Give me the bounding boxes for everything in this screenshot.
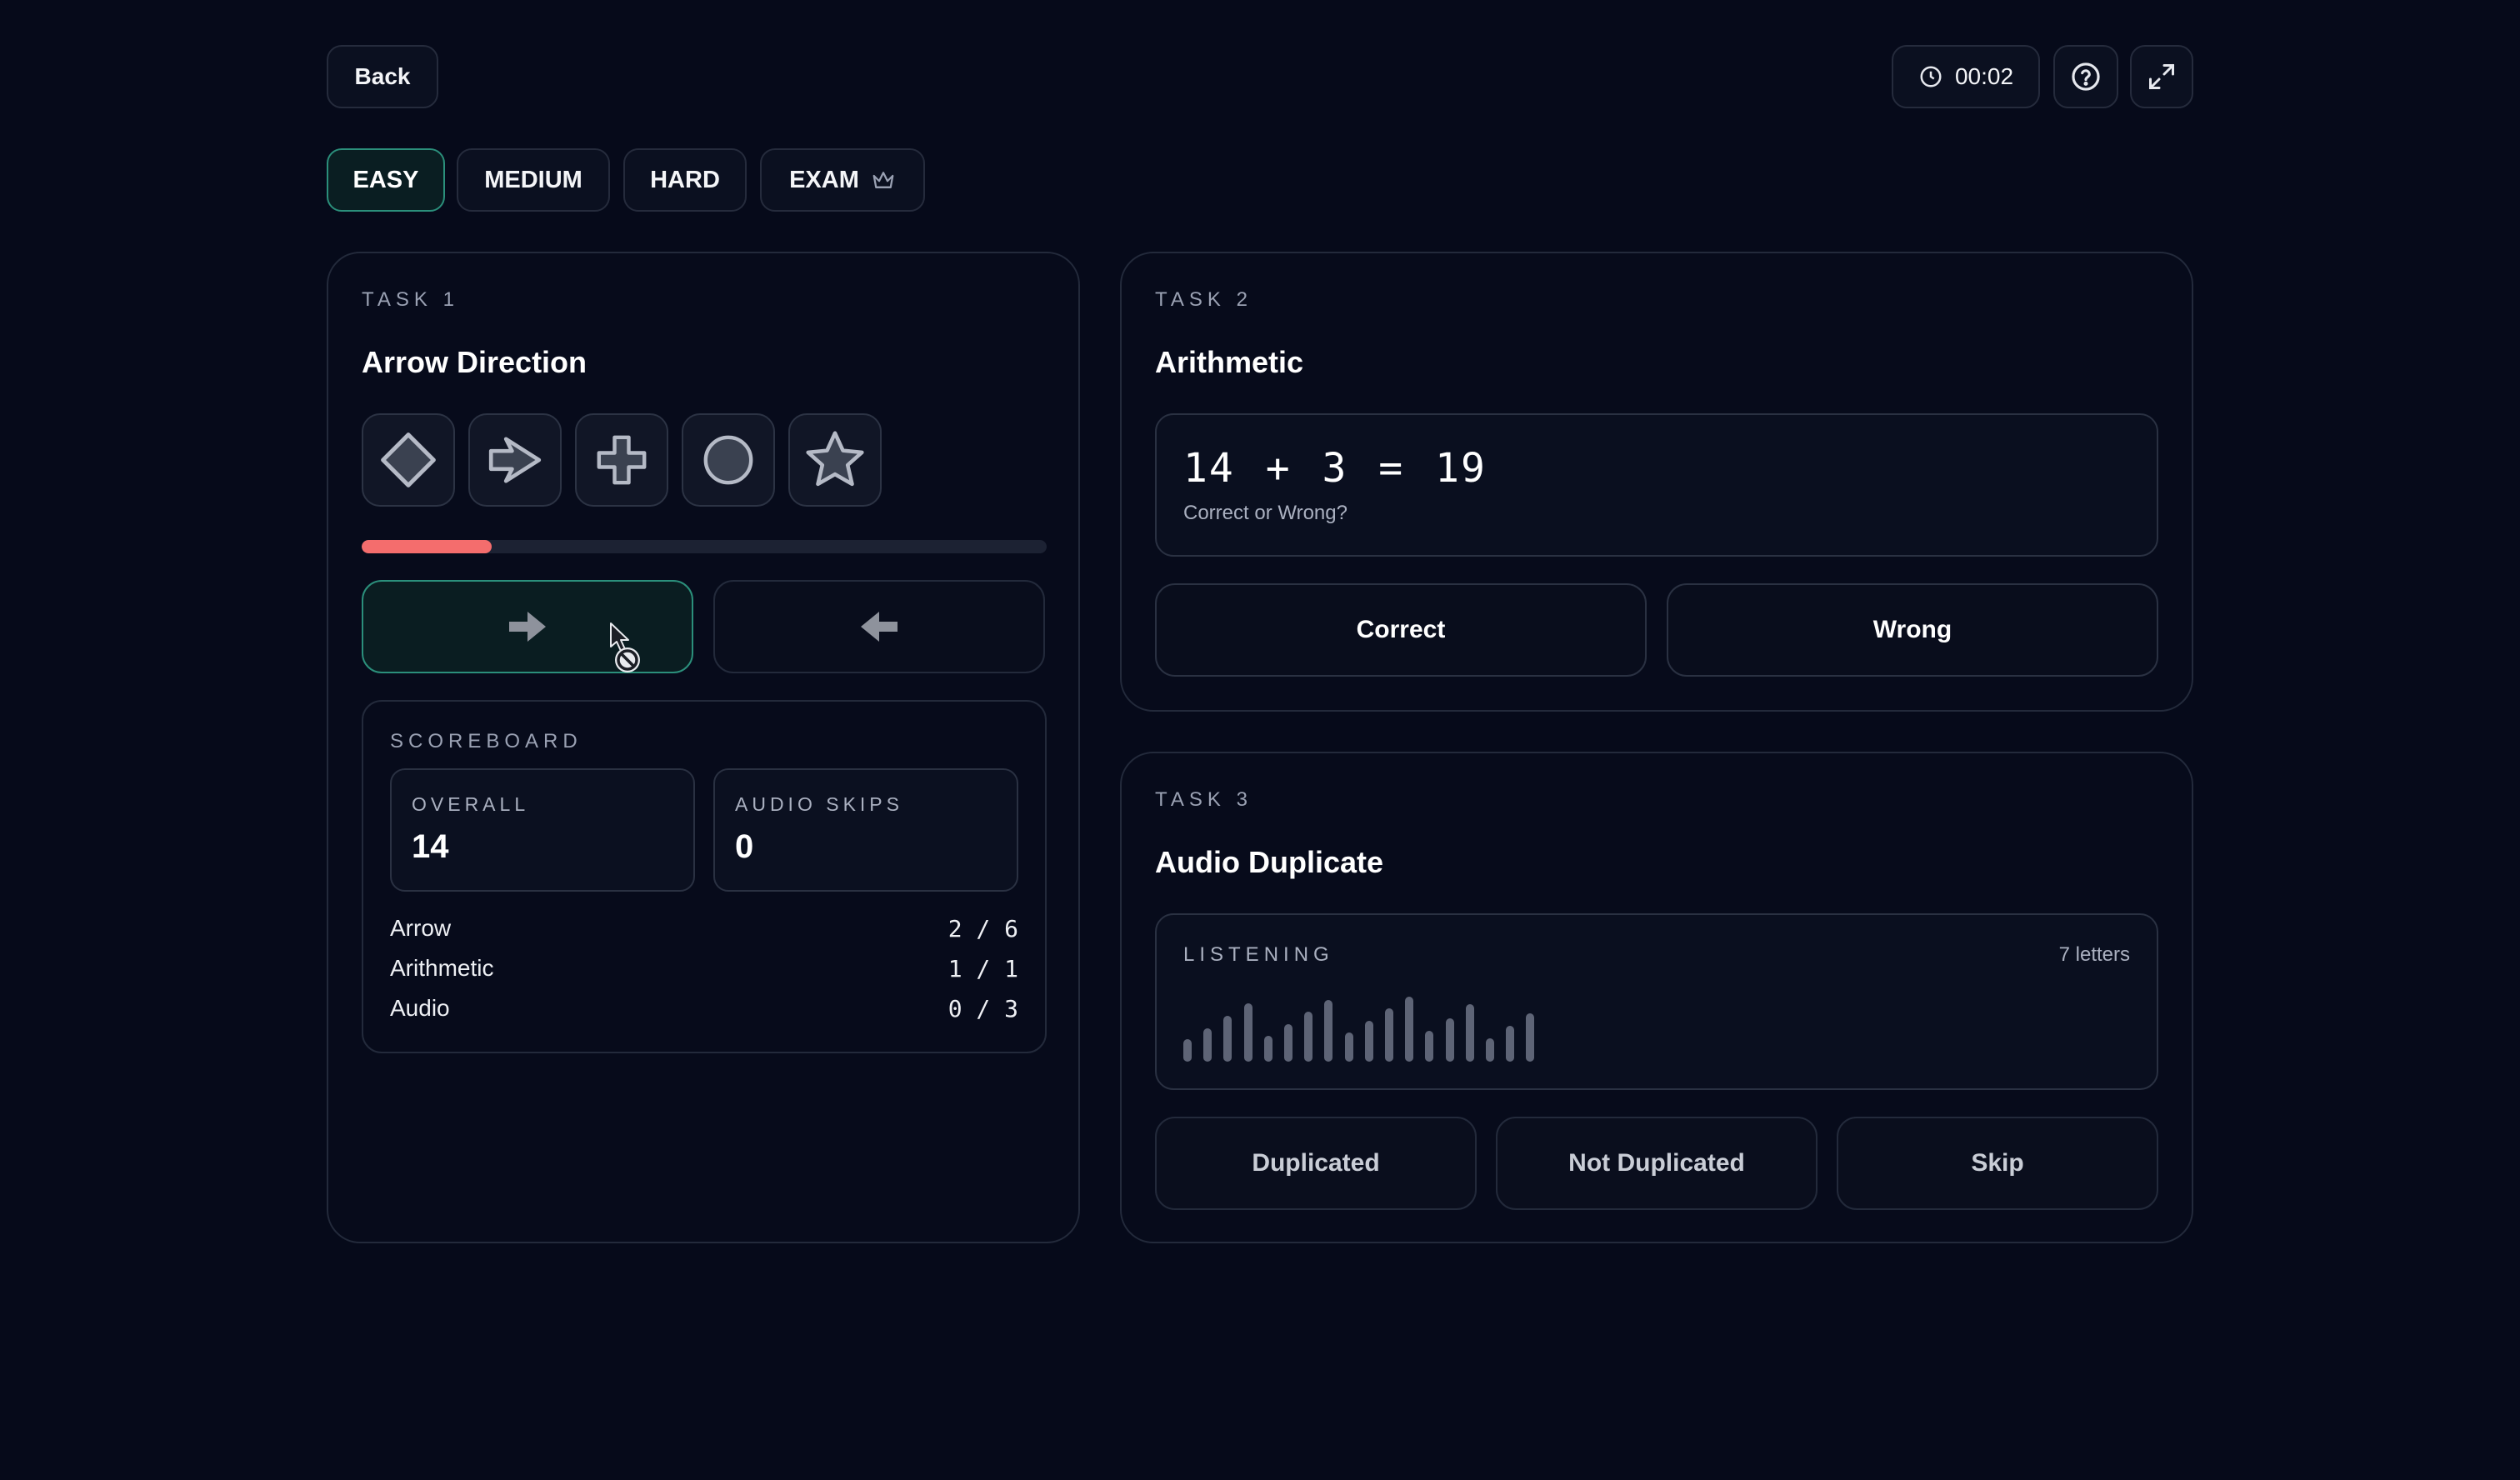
waveform-bar (1223, 1016, 1232, 1062)
waveform-bar (1526, 1013, 1535, 1062)
equation-prompt: Correct or Wrong? (1183, 502, 1348, 524)
audio-skips-label: AUDIO SKIPS (735, 793, 903, 815)
waveform-bar (1284, 1024, 1292, 1062)
equation: 14 + 3 = 19 (1183, 445, 1487, 492)
overall-label: OVERALL (412, 793, 530, 815)
expand-icon (2149, 64, 2174, 89)
crown-icon (872, 172, 894, 188)
waveform-bar (1465, 1004, 1474, 1062)
waveform-bar (1486, 1038, 1494, 1062)
arrow-left-icon (861, 612, 898, 642)
timer: 00:02 (1892, 45, 2040, 108)
tab-medium[interactable]: MEDIUM (457, 148, 610, 212)
plus-icon (597, 435, 647, 485)
score-row-arrow-value: 2 / 6 (948, 915, 1018, 942)
task2-title: Arithmetic (1155, 345, 1304, 379)
listening-label: LISTENING (1183, 943, 1334, 966)
waveform-bar (1344, 1032, 1353, 1062)
skip-button[interactable]: Skip (1837, 1117, 2158, 1210)
score-row-arithmetic-label: Arithmetic (390, 955, 494, 981)
correct-button[interactable]: Correct (1155, 583, 1647, 677)
overall-value: 14 (412, 828, 449, 865)
tab-hard[interactable]: HARD (623, 148, 747, 212)
audio-skips-value: 0 (735, 828, 754, 865)
task1-eyebrow: TASK 1 (362, 288, 459, 311)
waveform-bar (1263, 1036, 1272, 1062)
audio-skips-stat (713, 768, 1018, 892)
back-button[interactable]: Back (327, 45, 438, 108)
waveform-bar (1385, 1008, 1393, 1062)
shape-circle (682, 413, 775, 507)
score-row-arrow-label: Arrow (390, 915, 452, 941)
task2-eyebrow: TASK 2 (1155, 288, 1252, 311)
help-icon (2072, 62, 2100, 91)
letters-count: 7 letters (2058, 943, 2130, 966)
wrong-button[interactable]: Wrong (1667, 583, 2158, 677)
not-allowed-cursor-icon (610, 622, 640, 672)
help-button[interactable] (2053, 45, 2118, 108)
task1-title: Arrow Direction (362, 345, 588, 379)
shape-arrow (468, 413, 562, 507)
waveform-bar (1324, 1000, 1333, 1062)
waveform-bar (1304, 1012, 1313, 1062)
arrow-left-button[interactable] (713, 580, 1045, 673)
timer-value: 00:02 (1954, 63, 2014, 89)
scoreboard-title: SCOREBOARD (390, 730, 582, 752)
score-row-audio-value: 0 / 3 (948, 995, 1018, 1022)
duplicated-button[interactable]: Duplicated (1155, 1117, 1477, 1210)
waveform-bar (1405, 997, 1414, 1062)
score-row-audio-label: Audio (390, 995, 450, 1021)
tab-exam[interactable]: EXAM (760, 148, 925, 212)
shape-diamond (362, 413, 455, 507)
audio-waveform (1183, 997, 1535, 1062)
arrow-outline-icon (488, 437, 542, 483)
waveform-bar (1243, 1003, 1252, 1062)
arrow-right-icon (509, 612, 546, 642)
waveform-bar (1445, 1018, 1454, 1062)
shape-star (788, 413, 882, 507)
progress-fill (362, 540, 492, 553)
tab-exam-label: EXAM (789, 166, 859, 193)
progress-bar (362, 540, 1047, 553)
waveform-bar (1183, 1039, 1192, 1062)
waveform-bar (1364, 1021, 1373, 1062)
clock-icon (1920, 66, 1942, 88)
waveform-bar (1203, 1028, 1212, 1062)
tab-easy[interactable]: EASY (327, 148, 445, 212)
circle-icon (703, 435, 753, 485)
task3-eyebrow: TASK 3 (1155, 788, 1252, 811)
task3-title: Audio Duplicate (1155, 845, 1384, 879)
fullscreen-button[interactable] (2130, 45, 2193, 108)
waveform-bar (1425, 1031, 1434, 1062)
not-duplicated-button[interactable]: Not Duplicated (1496, 1117, 1818, 1210)
score-row-arithmetic-value: 1 / 1 (948, 955, 1018, 982)
star-icon (806, 431, 864, 487)
diamond-icon (381, 432, 436, 488)
shape-plus (575, 413, 668, 507)
waveform-bar (1506, 1026, 1515, 1062)
